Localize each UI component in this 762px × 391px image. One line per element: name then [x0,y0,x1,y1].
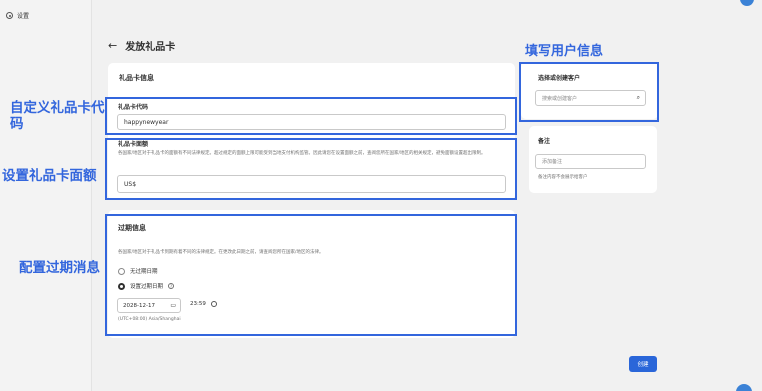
notes-help: 备注内容不会展示给客户 [538,175,588,180]
annotation-box-value [105,138,517,200]
annotation-box-expiry [105,214,517,336]
sidebar: 设置 [0,0,92,391]
gear-icon [6,12,13,19]
annotation-box-customer [519,62,659,122]
annotation-code: 自定义礼品卡代码 [10,100,105,132]
annotation-expiry: 配置过期消息 [19,260,100,276]
annotation-value: 设置礼品卡面额 [2,168,97,184]
annotation-customer: 填写用户信息 [525,44,604,59]
gift-card-info-title: 礼品卡信息 [119,74,154,82]
notes-title: 备注 [538,138,551,145]
sidebar-item-settings[interactable]: 设置 [6,11,29,20]
chat-bubble-icon[interactable] [736,384,752,391]
sidebar-item-label: 设置 [17,13,30,20]
page-header: ← 发放礼品卡 [108,38,175,53]
help-bubble-icon[interactable] [740,0,754,6]
page-title: 发放礼品卡 [125,42,176,53]
annotation-box-code [105,97,517,135]
arrow-left-icon[interactable]: ← [108,39,117,52]
create-button[interactable]: 创建 [629,356,657,372]
notes-input[interactable]: 添加备注 [535,154,646,169]
